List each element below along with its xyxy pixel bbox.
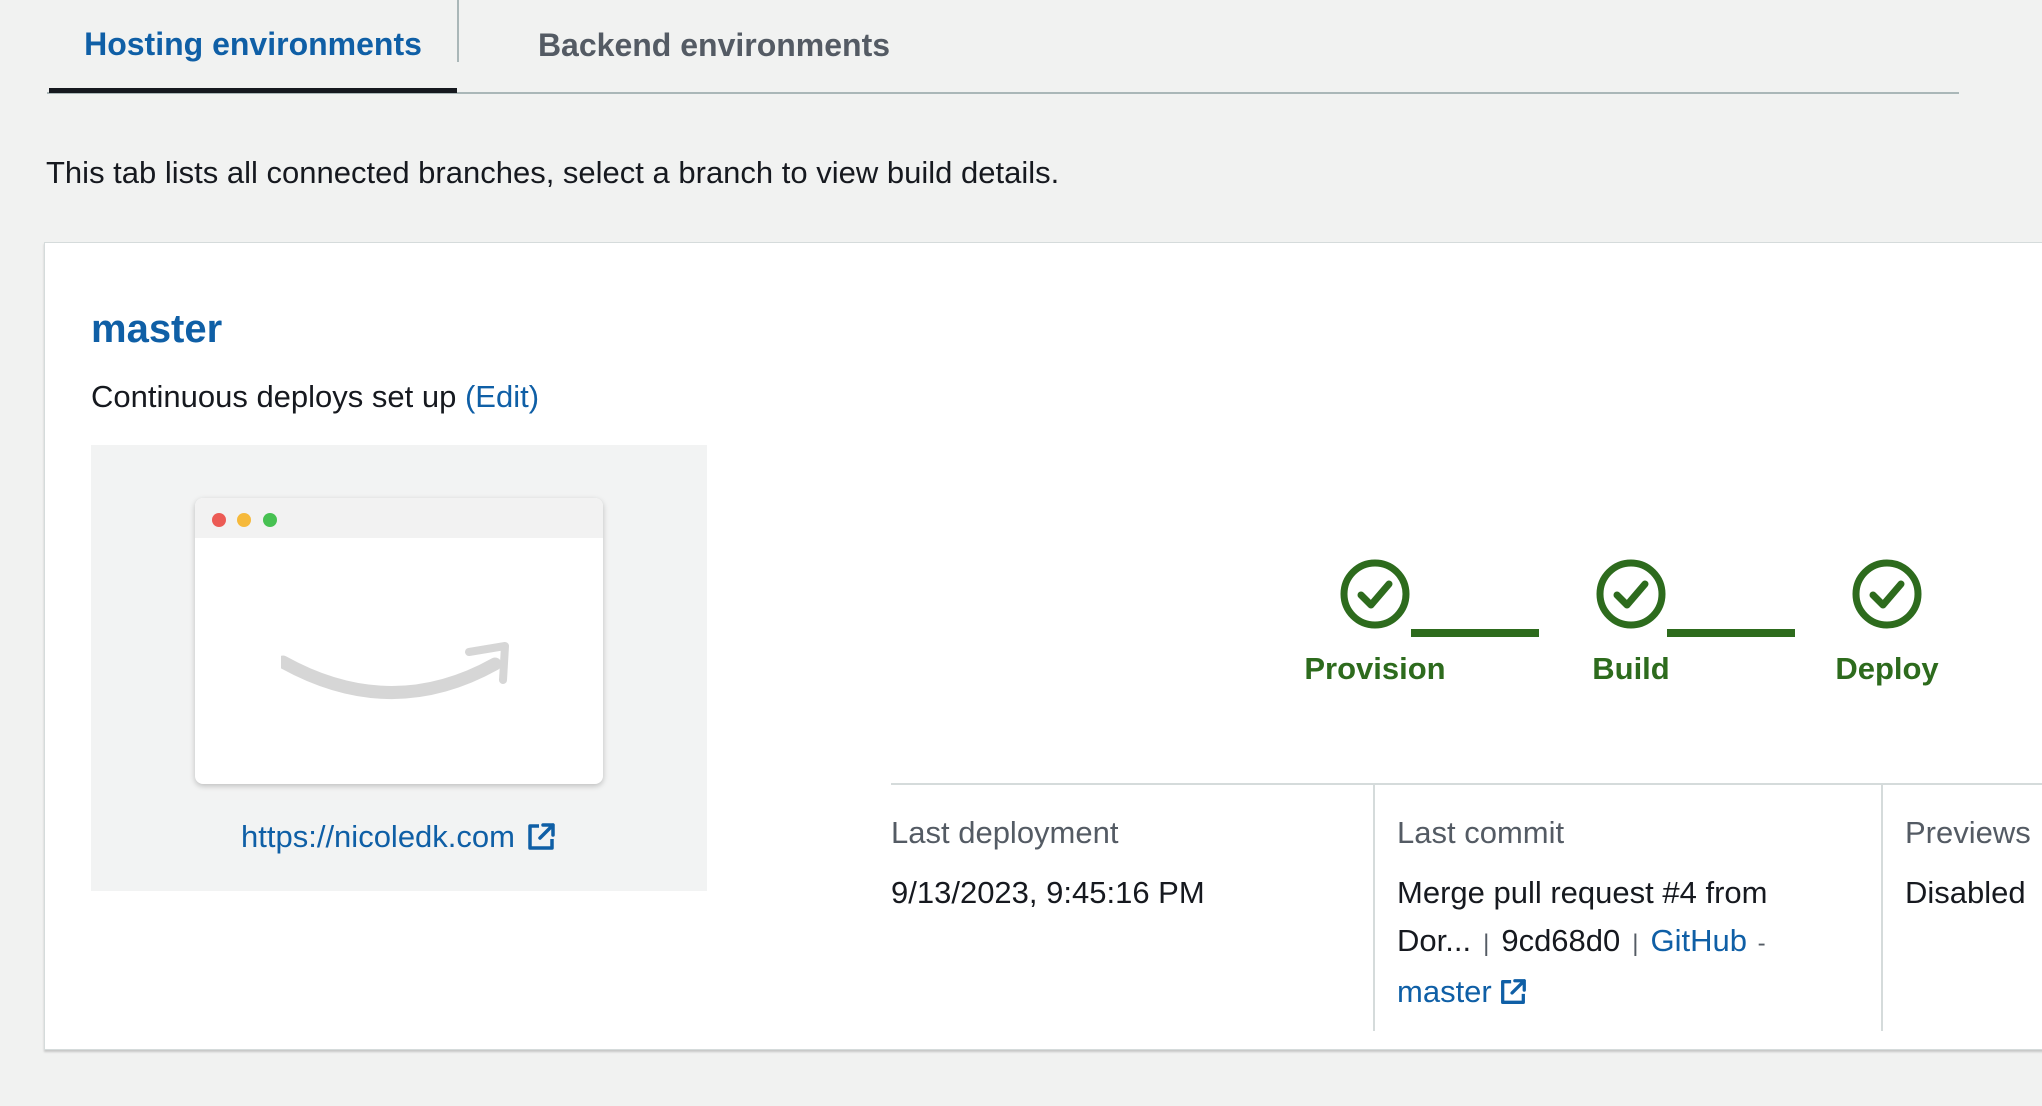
external-link-icon (528, 823, 555, 850)
commit-branch-text: master (1397, 974, 1492, 1009)
build-pipeline: Provision Build Deploy (1275, 558, 1939, 698)
continuous-deploy-line: Continuous deploys set up (Edit) (91, 379, 539, 415)
minimize-dot-icon (237, 513, 251, 527)
tab-hosting-environments[interactable]: Hosting environments (49, 0, 457, 93)
last-commit-label: Last commit (1397, 815, 1565, 850)
close-dot-icon (212, 513, 226, 527)
maximize-dot-icon (263, 513, 277, 527)
check-circle-icon (1596, 559, 1666, 629)
commit-branch-link[interactable]: master (1397, 974, 1528, 1009)
branch-card: master Continuous deploys set up (Edit) … (44, 242, 2042, 1050)
external-link-icon (1500, 979, 1526, 1004)
branch-name-link[interactable]: master (91, 307, 222, 352)
site-preview: https://nicoledk.com (91, 445, 707, 891)
last-commit-column: Last commit Merge pull request #4 from D… (1373, 785, 1883, 1031)
pipeline-step-label: Provision (1304, 651, 1446, 686)
browser-title-bar (195, 498, 603, 538)
pipeline-step-provision: Provision (1275, 558, 1475, 687)
site-url-text: https://nicoledk.com (241, 819, 515, 854)
previews-value: Disabled (1905, 875, 2026, 910)
dash-separator: - (1757, 930, 1766, 957)
edit-link[interactable]: (Edit) (465, 379, 539, 414)
pipeline-step-label: Deploy (1835, 651, 1939, 686)
commit-hash: 9cd68d0 (1501, 923, 1621, 958)
continuous-deploy-text: Continuous deploys set up (91, 379, 457, 414)
tab-backend-environments[interactable]: Backend environments (459, 0, 969, 90)
environment-tabs: Hosting environments Backend environment… (47, 0, 1959, 94)
pipeline-step-deploy: Deploy (1787, 558, 1987, 687)
separator: | (1632, 930, 1639, 957)
last-commit-value: Merge pull request #4 from Dor... | 9cd68d… (1397, 869, 1837, 1016)
last-deployment-column: Last deployment 9/13/2023, 9:45:16 PM (891, 785, 1371, 1031)
previews-column: Previews Disabled (1881, 785, 2042, 1031)
intro-text: This tab lists all connected branches, s… (46, 155, 1060, 190)
check-circle-icon (1340, 559, 1410, 629)
last-deployment-label: Last deployment (891, 815, 1119, 850)
github-link[interactable]: GitHub (1651, 923, 1747, 958)
deployment-details: Last deployment 9/13/2023, 9:45:16 PM La… (891, 783, 2042, 1031)
previews-label: Previews (1905, 815, 2031, 850)
check-circle-icon (1852, 559, 1922, 629)
pipeline-step-build: Build (1531, 558, 1731, 687)
browser-thumbnail[interactable] (195, 498, 603, 784)
pipeline-step-label: Build (1592, 651, 1670, 686)
last-deployment-value: 9/13/2023, 9:45:16 PM (891, 875, 1205, 910)
separator: | (1483, 930, 1490, 957)
site-url-link[interactable]: https://nicoledk.com (91, 819, 707, 855)
amazon-smile-icon (281, 642, 509, 699)
